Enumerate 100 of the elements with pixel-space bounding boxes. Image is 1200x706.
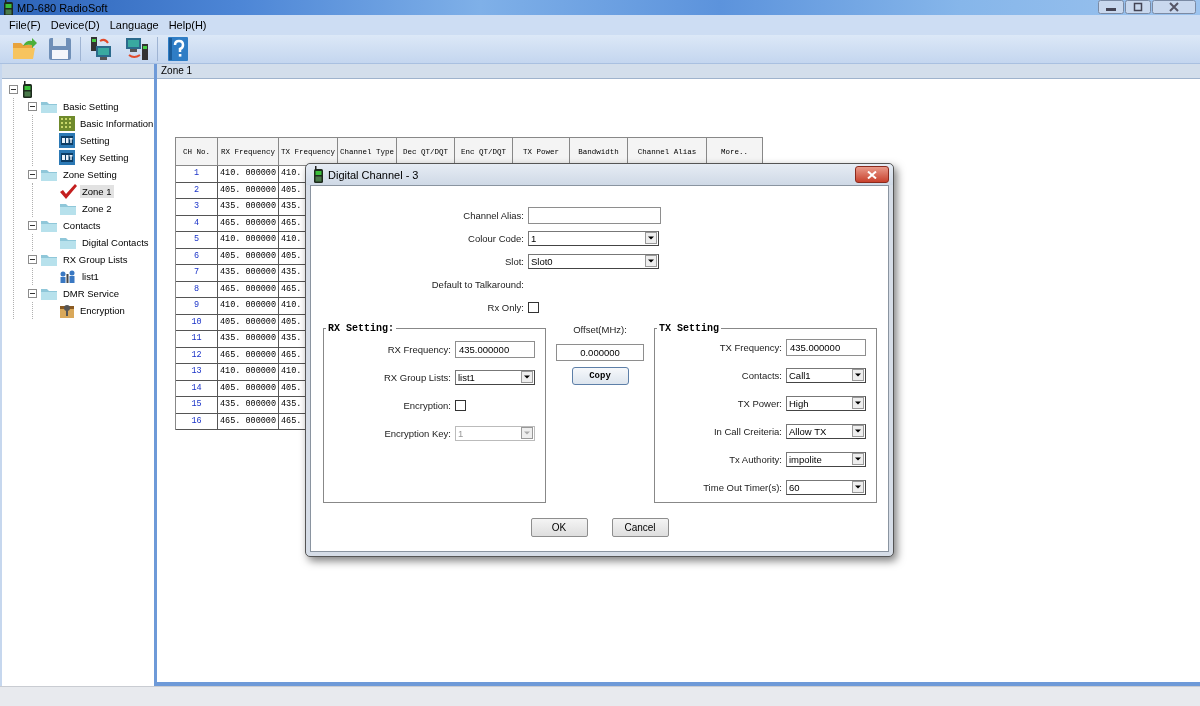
help-icon[interactable] bbox=[165, 36, 191, 62]
close-icon[interactable] bbox=[1152, 0, 1196, 14]
field-label: Time Out Timer(s): bbox=[703, 481, 782, 493]
computer-radio-icon[interactable] bbox=[124, 36, 150, 62]
tree-item[interactable]: Key Setting bbox=[78, 151, 131, 164]
collapse-icon[interactable] bbox=[28, 289, 37, 298]
field-label: TX Power: bbox=[737, 397, 782, 409]
collapse-icon[interactable] bbox=[28, 221, 37, 230]
people-icon bbox=[59, 269, 77, 284]
table-cell: 405. 000000 bbox=[218, 314, 279, 331]
table-cell: 410. 000000 bbox=[218, 232, 279, 249]
settings-icon bbox=[59, 150, 75, 165]
tree-item[interactable]: list1 bbox=[80, 270, 101, 283]
radio-icon bbox=[21, 81, 33, 98]
table-cell: 7 bbox=[176, 265, 218, 282]
folder-icon bbox=[40, 252, 58, 267]
field-label: RX Group Lists: bbox=[383, 371, 451, 383]
dialog-button[interactable]: OK bbox=[530, 518, 588, 537]
tree-item[interactable]: Zone Setting bbox=[61, 168, 119, 181]
field-label: Tx Authority: bbox=[729, 453, 782, 465]
input-field[interactable]: 435.000000 bbox=[786, 338, 866, 356]
input-field[interactable]: 435.000000 bbox=[455, 340, 535, 358]
field-label: TX Frequency: bbox=[719, 341, 782, 353]
dropdown[interactable]: Slot0 bbox=[528, 253, 659, 269]
field-label: Contacts: bbox=[741, 369, 782, 381]
table-cell: 5 bbox=[176, 232, 218, 249]
field-label: Channel Alias: bbox=[462, 209, 524, 221]
panel-header: Zone 1 bbox=[157, 64, 1200, 79]
dropdown[interactable]: list1 bbox=[455, 369, 535, 385]
close-button[interactable] bbox=[855, 166, 889, 183]
tree-item[interactable]: RX Group Lists bbox=[61, 253, 130, 266]
minimize-icon[interactable] bbox=[1098, 0, 1124, 14]
menu-item[interactable]: Language bbox=[104, 19, 164, 31]
table-cell: 9 bbox=[176, 298, 218, 315]
folder-icon bbox=[59, 201, 77, 216]
tree-item[interactable]: DMR Service bbox=[61, 287, 121, 300]
table-cell: 405. 000000 bbox=[218, 182, 279, 199]
folder-icon bbox=[40, 286, 58, 301]
field-label: Colour Code: bbox=[467, 232, 524, 244]
radio-icon bbox=[2, 0, 14, 16]
collapse-icon[interactable] bbox=[28, 170, 37, 179]
field-label: In Call Creiteria: bbox=[713, 425, 782, 437]
collapse-icon[interactable] bbox=[28, 255, 37, 264]
dropdown[interactable]: 60 bbox=[786, 479, 866, 495]
dropdown[interactable]: High bbox=[786, 395, 866, 411]
input-field[interactable] bbox=[528, 206, 661, 224]
tree-item[interactable]: Zone 2 bbox=[80, 202, 114, 215]
table-cell: 435. 000000 bbox=[218, 397, 279, 414]
check-icon bbox=[59, 184, 77, 199]
table-cell: 16 bbox=[176, 413, 218, 430]
folder-icon bbox=[59, 235, 77, 250]
field-label: Encryption: bbox=[403, 399, 451, 411]
table-cell: 14 bbox=[176, 380, 218, 397]
dropdown[interactable]: Allow TX bbox=[786, 423, 866, 439]
table-cell: 410. 000000 bbox=[218, 166, 279, 183]
tree-item[interactable]: Basic Setting bbox=[61, 100, 121, 113]
dropdown[interactable]: Call1 bbox=[786, 367, 866, 383]
tree-item[interactable]: Digital Contacts bbox=[80, 236, 151, 249]
close-icon bbox=[867, 170, 877, 179]
table-cell: 4 bbox=[176, 215, 218, 232]
table-cell: 15 bbox=[176, 397, 218, 414]
checkbox[interactable] bbox=[528, 301, 539, 313]
tree-item[interactable]: Contacts bbox=[61, 219, 103, 232]
dropdown[interactable]: impolite bbox=[786, 451, 866, 467]
table-cell: 11 bbox=[176, 331, 218, 348]
tree-item[interactable]: Zone 1 bbox=[80, 185, 114, 198]
table-cell: 13 bbox=[176, 364, 218, 381]
table-cell: 3 bbox=[176, 199, 218, 216]
dialog-button[interactable]: Cancel bbox=[611, 518, 669, 537]
folder-icon bbox=[40, 218, 58, 233]
tree-item[interactable]: Setting bbox=[78, 134, 112, 147]
input-field[interactable]: 0.000000 bbox=[556, 344, 644, 361]
field-label: Rx Only: bbox=[486, 301, 524, 313]
table-cell: 435. 000000 bbox=[218, 199, 279, 216]
table-cell: 12 bbox=[176, 347, 218, 364]
tree-item[interactable]: Basic Information bbox=[78, 117, 156, 130]
table-cell: 465. 000000 bbox=[218, 413, 279, 430]
tree-item[interactable]: Encryption bbox=[78, 304, 127, 317]
collapse-icon[interactable] bbox=[28, 102, 37, 111]
dropdown[interactable]: 1 bbox=[528, 230, 659, 246]
field-label: Encryption Key: bbox=[384, 427, 451, 439]
table-cell: 410. 000000 bbox=[218, 298, 279, 315]
table-cell: 435. 000000 bbox=[218, 265, 279, 282]
table-cell: 6 bbox=[176, 248, 218, 265]
copy-button[interactable]: Copy bbox=[571, 367, 629, 385]
menu-item[interactable]: Device(D) bbox=[45, 19, 105, 31]
table-cell: 435. 000000 bbox=[218, 331, 279, 348]
checkbox[interactable] bbox=[455, 399, 466, 411]
settings-icon bbox=[59, 133, 75, 148]
table-cell: 465. 000000 bbox=[218, 215, 279, 232]
window-title: MD-680 RadioSoft bbox=[17, 1, 108, 14]
table-cell: 410. 000000 bbox=[218, 364, 279, 381]
menu-item[interactable]: Help(H) bbox=[163, 19, 212, 31]
table-cell: 465. 000000 bbox=[218, 347, 279, 364]
collapse-icon[interactable] bbox=[9, 85, 18, 94]
computer-radio-icon[interactable] bbox=[88, 36, 114, 62]
folder-icon bbox=[40, 99, 58, 114]
menu-item[interactable]: File(F) bbox=[4, 19, 46, 31]
field-label: Offset(MHz): bbox=[573, 324, 627, 335]
maximize-icon[interactable] bbox=[1125, 0, 1151, 14]
